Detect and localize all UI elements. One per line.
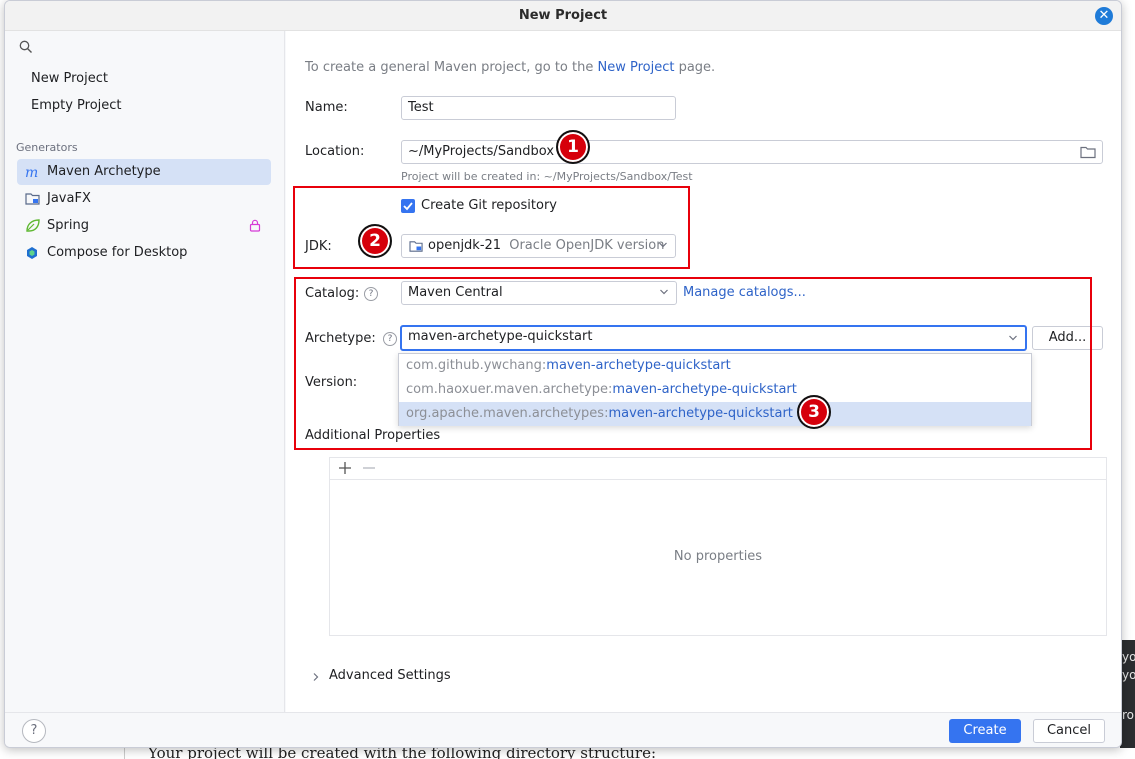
empty-state-text: No properties [673,549,763,564]
sidebar-item-spring[interactable]: Spring [17,213,271,239]
new-project-dialog: New Project ✕ New Project Empty Project … [4,0,1122,748]
search-icon [19,40,32,53]
plus-icon[interactable] [338,461,352,475]
name-field[interactable]: Test [401,96,676,120]
sidebar: New Project Empty Project Generators m M… [5,31,285,712]
help-button[interactable]: ? [22,719,46,743]
location-value: ~/MyProjects/Sandbox [408,144,555,159]
sidebar-item-empty-project[interactable]: Empty Project [17,93,271,119]
lock-icon [249,219,261,232]
properties-toolbar [329,457,1107,479]
sidebar-item-label: JavaFX [47,191,91,206]
location-hint: Project will be created in: ~/MyProjects… [401,170,693,183]
sidebar-item-label: Compose for Desktop [47,245,188,260]
folder-icon[interactable] [1080,145,1096,159]
close-button[interactable]: ✕ [1095,7,1113,25]
sidebar-item-label: Maven Archetype [47,164,161,179]
sidebar-item-maven-archetype[interactable]: m Maven Archetype [17,159,271,185]
background-text: yo [1122,650,1135,664]
sidebar-item-javafx[interactable]: JavaFX [17,186,271,212]
close-icon: ✕ [1098,8,1110,23]
background-text: yo [1122,668,1135,682]
new-project-link[interactable]: New Project [597,60,674,75]
hint-text: To create a general Maven project, go to… [305,60,598,75]
annotation-badge-1: 1 [556,130,590,164]
location-label: Location: [305,144,365,159]
spring-icon [26,219,40,232]
create-button[interactable]: Create [949,719,1021,743]
advanced-settings-toggle[interactable]: Advanced Settings [329,668,451,683]
annotation-box-2 [293,186,690,269]
dialog-title: New Project [5,1,1121,31]
generators-heading: Generators [16,141,78,154]
search-input[interactable] [13,37,283,59]
sidebar-item-label: Spring [47,218,89,233]
name-label: Name: [305,100,348,115]
annotation-badge-3: 3 [797,395,831,429]
javafx-icon [25,193,40,205]
svg-text:m: m [25,165,38,179]
background-dark-panel: yo yo ro [1120,640,1135,759]
cancel-button[interactable]: Cancel [1033,719,1105,743]
minus-icon[interactable] [362,461,376,475]
dialog-footer: ? Create Cancel [5,712,1121,747]
annotation-box-3 [294,277,1092,450]
maven-hint: To create a general Maven project, go to… [305,60,715,75]
compose-icon [27,247,37,259]
sidebar-item-new-project[interactable]: New Project [17,66,271,92]
background-divider [124,748,125,759]
annotation-badge-2: 2 [358,224,392,258]
location-field[interactable]: ~/MyProjects/Sandbox [401,140,1103,164]
chevron-right-icon[interactable] [311,672,321,682]
properties-table: No properties [329,479,1107,636]
hint-text: page. [674,60,716,75]
sidebar-item-compose-for-desktop[interactable]: Compose for Desktop [17,240,271,266]
background-text: ro [1122,708,1135,722]
maven-icon: m [25,165,38,179]
